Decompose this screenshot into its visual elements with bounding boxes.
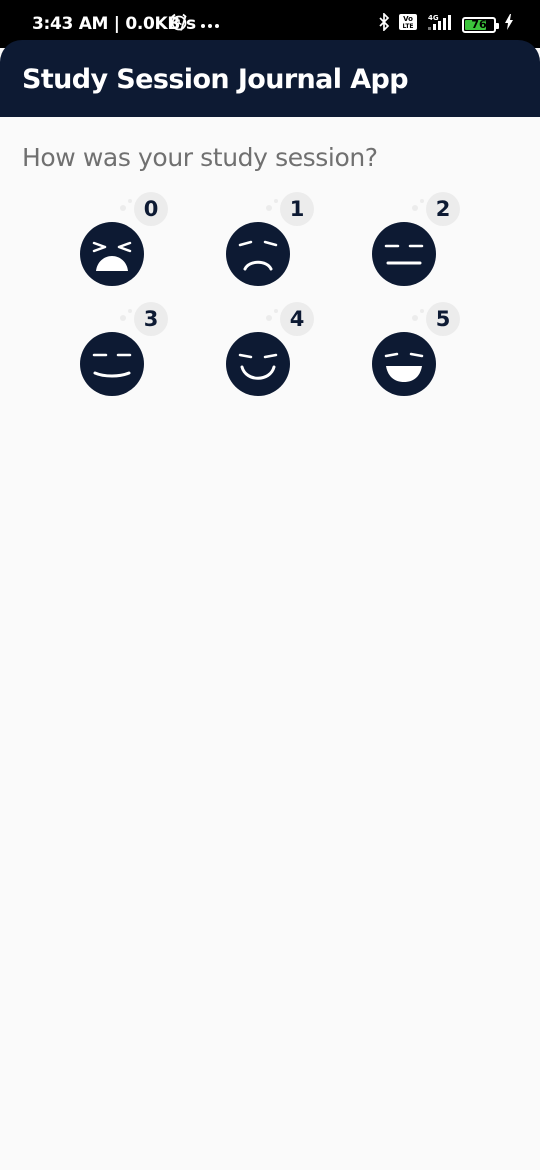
mood-value-3: 3 [134,302,168,336]
laughing-face-icon [372,332,436,396]
slight-smile-face-icon [80,332,144,396]
mood-value-4: 4 [280,302,314,336]
neutral-face-icon [372,222,436,286]
mood-option-3[interactable]: 3 [80,302,170,396]
mood-grid: 0 1 2 3 4 5 [0,0,540,420]
sad-face-icon [226,222,290,286]
mood-value-1: 1 [280,192,314,226]
mood-value-2: 2 [426,192,460,226]
mood-option-0[interactable]: 0 [80,192,170,286]
mood-option-1[interactable]: 1 [226,192,316,286]
smiling-face-icon [226,332,290,396]
mood-option-4[interactable]: 4 [226,302,316,396]
mood-option-2[interactable]: 2 [372,192,462,286]
crying-face-icon [80,222,144,286]
mood-value-0: 0 [134,192,168,226]
mood-value-5: 5 [426,302,460,336]
mood-option-5[interactable]: 5 [372,302,462,396]
